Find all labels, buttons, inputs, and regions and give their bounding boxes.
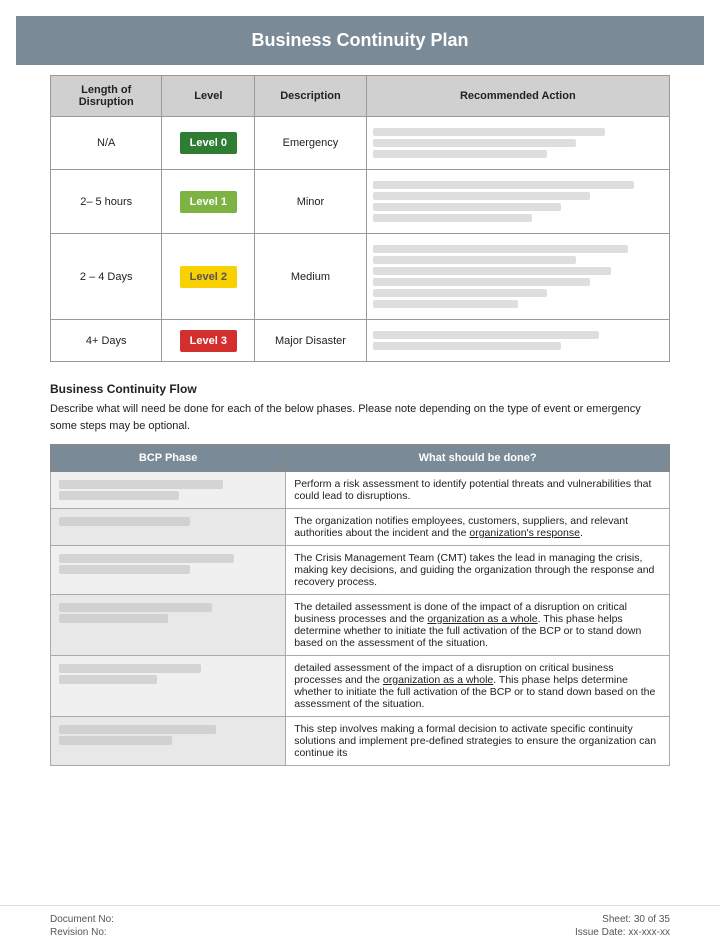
flow-col-header-action: What should be done?: [286, 445, 670, 472]
flow-row: The Crisis Management Team (CMT) takes t…: [51, 546, 670, 595]
footer-left: Document No: Revision No:: [50, 914, 114, 938]
col-header-description: Description: [255, 76, 366, 117]
duration-cell: 4+ Days: [51, 320, 162, 362]
bcp-levels-table: Length of Disruption Level Description R…: [50, 75, 670, 362]
action-cell: [366, 320, 669, 362]
issue-label: Issue Date: xx-xxx-xx: [575, 927, 670, 938]
level-badge: Level 3: [180, 330, 237, 352]
flow-action-cell: The organization notifies employees, cus…: [286, 509, 670, 546]
duration-cell: N/A: [51, 117, 162, 170]
level-cell: Level 3: [162, 320, 255, 362]
description-cell: Major Disaster: [255, 320, 366, 362]
underlined-text: organization as a whole: [383, 674, 493, 686]
action-cell: [366, 234, 669, 320]
description-cell: Minor: [255, 170, 366, 234]
description-cell: Medium: [255, 234, 366, 320]
table-row: 4+ Days Level 3 Major Disaster: [51, 320, 670, 362]
phase-cell: [51, 546, 286, 595]
level-cell: Level 0: [162, 117, 255, 170]
flow-row: detailed assessment of the impact of a d…: [51, 656, 670, 717]
description-cell: Emergency: [255, 117, 366, 170]
sheet-label: Sheet: 30 of 35: [602, 914, 670, 925]
flow-action-cell: The detailed assessment is done of the i…: [286, 595, 670, 656]
table-row: 2– 5 hours Level 1 Minor: [51, 170, 670, 234]
underlined-text: organization as a whole: [427, 613, 537, 625]
duration-cell: 2– 5 hours: [51, 170, 162, 234]
level-cell: Level 2: [162, 234, 255, 320]
table-row: 2 – 4 Days Level 2 Medium: [51, 234, 670, 320]
phase-cell: [51, 595, 286, 656]
flow-row: The organization notifies employees, cus…: [51, 509, 670, 546]
footer-right: Sheet: 30 of 35 Issue Date: xx-xxx-xx: [575, 914, 670, 938]
phase-cell: [51, 656, 286, 717]
underlined-text: organization's response: [469, 527, 580, 539]
flow-row: The detailed assessment is done of the i…: [51, 595, 670, 656]
col-header-level: Level: [162, 76, 255, 117]
flow-action-cell: The Crisis Management Team (CMT) takes t…: [286, 546, 670, 595]
flow-col-header-phase: BCP Phase: [51, 445, 286, 472]
level-badge: Level 2: [180, 266, 237, 288]
level-cell: Level 1: [162, 170, 255, 234]
action-cell: [366, 117, 669, 170]
revision-label: Revision No:: [50, 927, 114, 938]
action-cell: [366, 170, 669, 234]
flow-action-cell: Perform a risk assessment to identify po…: [286, 472, 670, 509]
doc-no-label: Document No:: [50, 914, 114, 925]
phase-cell: [51, 717, 286, 766]
flow-action-cell: This step involves making a formal decis…: [286, 717, 670, 766]
page-title: Business Continuity Plan: [251, 30, 468, 50]
flow-section-title: Business Continuity Flow: [50, 382, 670, 396]
col-header-action: Recommended Action: [366, 76, 669, 117]
main-content: Length of Disruption Level Description R…: [0, 75, 720, 905]
duration-cell: 2 – 4 Days: [51, 234, 162, 320]
flow-action-cell: detailed assessment of the impact of a d…: [286, 656, 670, 717]
table-row: N/A Level 0 Emergency: [51, 117, 670, 170]
phase-cell: [51, 472, 286, 509]
page-footer: Document No: Revision No: Sheet: 30 of 3…: [0, 905, 720, 946]
page: Business Continuity Plan Length of Disru…: [0, 0, 720, 946]
flow-section-desc: Describe what will need be done for each…: [50, 401, 670, 434]
col-header-duration: Length of Disruption: [51, 76, 162, 117]
phase-cell: [51, 509, 286, 546]
flow-table: BCP Phase What should be done? Perform a…: [50, 444, 670, 766]
level-badge: Level 0: [180, 132, 237, 154]
level-badge: Level 1: [180, 191, 237, 213]
flow-row: Perform a risk assessment to identify po…: [51, 472, 670, 509]
page-header: Business Continuity Plan: [16, 16, 704, 65]
flow-row: This step involves making a formal decis…: [51, 717, 670, 766]
